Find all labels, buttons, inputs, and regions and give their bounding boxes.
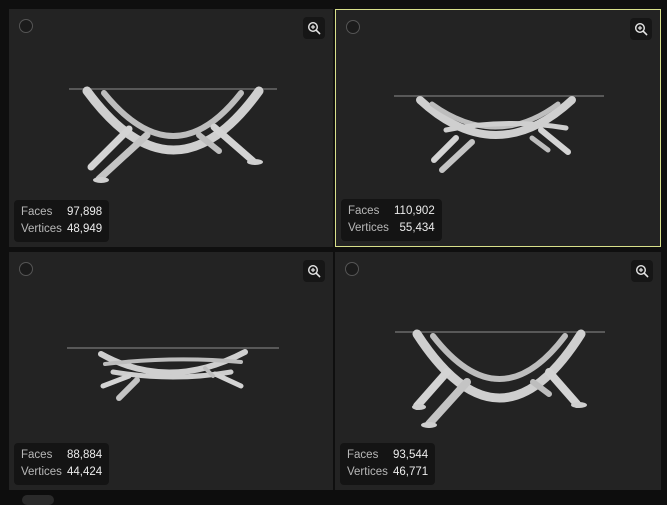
model-card-3[interactable]: Faces 88,884 Vertices 44,424 <box>9 252 333 490</box>
vertices-value: 55,434 <box>399 222 435 234</box>
model-card-4[interactable]: Faces 93,544 Vertices 46,771 <box>335 252 661 490</box>
bottom-toolbar <box>0 490 667 500</box>
faces-value: 97,898 <box>67 206 103 218</box>
model-card-2[interactable]: Faces 110,902 Vertices 55,434 <box>335 9 661 247</box>
vertices-label: Vertices <box>21 223 62 235</box>
vertices-value: 48,949 <box>67 223 103 235</box>
faces-label: Faces <box>21 206 53 218</box>
faces-value: 110,902 <box>394 205 435 217</box>
toolbar-button[interactable] <box>22 495 54 505</box>
mesh-stats: Faces 88,884 Vertices 44,424 <box>14 443 110 485</box>
vertices-label: Vertices <box>347 466 388 478</box>
faces-label: Faces <box>347 449 379 461</box>
vertices-value: 44,424 <box>67 466 103 478</box>
mesh-stats: Faces 93,544 Vertices 46,771 <box>340 443 436 485</box>
model-grid: Faces97,898 Vertices48,949 Faces110,9 <box>0 0 667 505</box>
vertices-label: Vertices <box>348 222 389 234</box>
model-card-1[interactable]: Faces 97,898 Vertices 48,949 <box>9 9 333 247</box>
vertices-label: Vertices <box>21 466 62 478</box>
faces-value: 88,884 <box>67 449 103 461</box>
faces-label: Faces <box>21 449 53 461</box>
mesh-stats: Faces 110,902 Vertices 55,434 <box>341 199 442 241</box>
faces-value: 93,544 <box>393 449 429 461</box>
faces-label: Faces <box>348 205 380 217</box>
vertices-value: 46,771 <box>393 466 429 478</box>
mesh-stats: Faces 97,898 Vertices 48,949 <box>14 200 110 242</box>
